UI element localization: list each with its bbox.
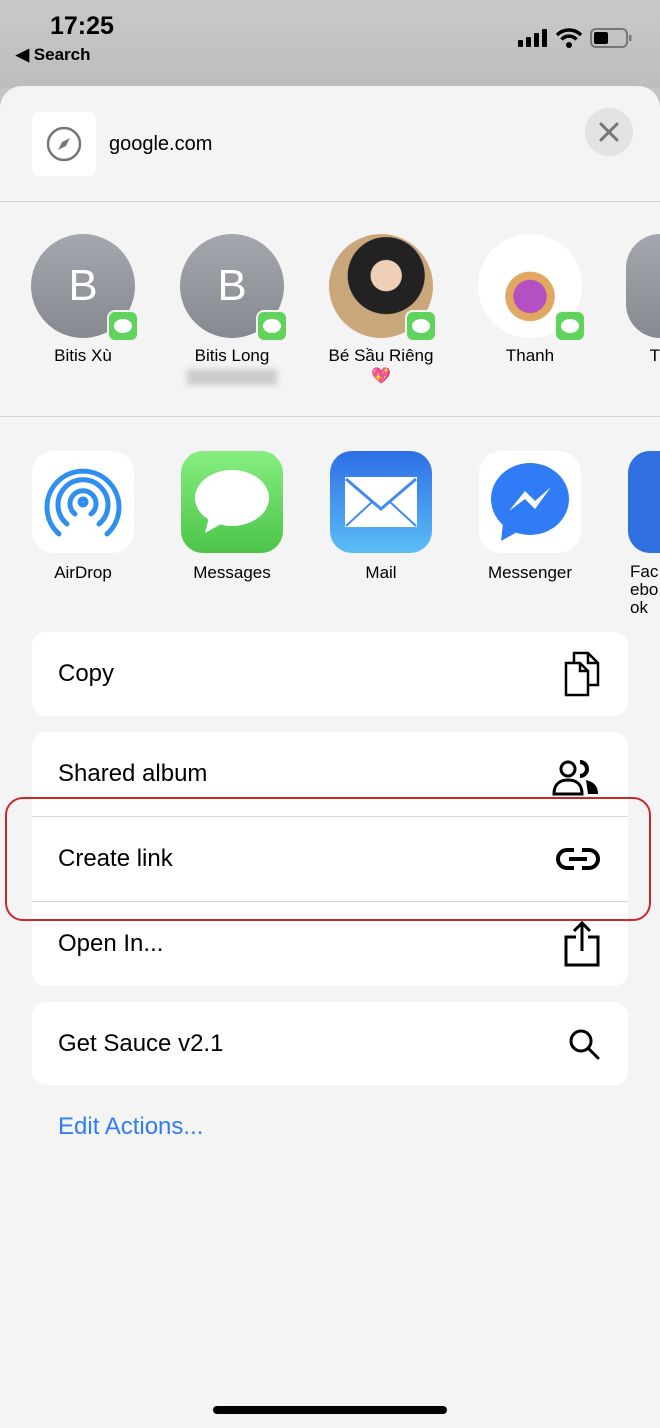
clock: 17:25	[50, 12, 114, 40]
app-label: Mail	[365, 563, 397, 582]
action-label: Copy	[58, 660, 115, 687]
contact-name: Bitis Long	[194, 346, 270, 365]
share-icon	[564, 921, 600, 967]
app-label: AirDrop	[54, 563, 112, 582]
contact-item[interactable]: Thanh	[455, 234, 605, 366]
contact-item[interactable]: B Bitis Xù	[8, 234, 158, 366]
action-copy[interactable]: Copy	[32, 632, 628, 716]
wifi-icon	[556, 28, 582, 48]
home-indicator[interactable]	[213, 1406, 447, 1414]
action-group-copy: Copy	[32, 632, 628, 716]
app-airdrop[interactable]: AirDrop	[8, 451, 158, 583]
safari-compass-icon	[46, 126, 82, 162]
contact-name: Bitis Xù	[54, 346, 112, 365]
messages-icon	[181, 451, 283, 553]
link-icon	[556, 848, 600, 870]
back-to-search[interactable]: ◀ Search	[16, 45, 91, 65]
back-label: Search	[33, 45, 91, 64]
messages-badge-icon	[107, 310, 139, 342]
action-label: Shared album	[58, 760, 208, 787]
signal-icon	[518, 29, 547, 47]
copy-icon	[564, 651, 600, 697]
messenger-icon	[479, 451, 581, 553]
avatar: B	[180, 234, 288, 342]
avatar: B	[31, 234, 139, 342]
action-group-shortcuts: Get Sauce v2.1	[32, 1002, 628, 1085]
close-button[interactable]	[585, 108, 633, 156]
action-create-link[interactable]: Create link	[32, 816, 628, 901]
app-label: Facebook	[630, 562, 659, 617]
contact-name: T	[649, 346, 660, 365]
contact-item[interactable]: B Bitis Long	[157, 234, 307, 388]
airdrop-icon	[32, 451, 134, 553]
app-messenger[interactable]: Messenger	[455, 451, 605, 583]
messages-badge-icon	[554, 310, 586, 342]
action-open-in[interactable]: Open In...	[32, 901, 628, 986]
edit-actions-link[interactable]: Edit Actions...	[58, 1113, 203, 1141]
avatar-sticker	[478, 234, 586, 342]
shared-album-icon	[552, 760, 598, 796]
avatar	[626, 234, 660, 338]
contact-name: Bé Sầu Riêng	[328, 346, 434, 365]
app-facebook[interactable]: Facebook	[604, 451, 660, 617]
divider	[0, 201, 660, 202]
messages-badge-icon	[256, 310, 288, 342]
share-sheet: google.com B Bitis Xù B Bitis Long Bé Sầ…	[0, 86, 660, 1428]
app-messages[interactable]: Messages	[157, 451, 307, 583]
action-shared-album[interactable]: Shared album	[32, 732, 628, 816]
avatar-photo	[329, 234, 437, 342]
mail-icon	[330, 451, 432, 553]
heart-emoji: 💖	[371, 368, 391, 385]
messages-badge-icon	[405, 310, 437, 342]
battery-icon	[590, 28, 632, 48]
action-label: Create link	[58, 845, 173, 872]
site-icon	[32, 112, 96, 176]
app-label: Messenger	[487, 563, 573, 582]
contact-item[interactable]: T	[604, 234, 660, 366]
facebook-icon	[628, 451, 660, 553]
contact-name: Thanh	[505, 346, 555, 365]
page-title: google.com	[109, 133, 213, 155]
status-bar: 17:25 ◀ Search	[0, 0, 660, 88]
close-icon	[599, 122, 619, 142]
system-icons	[518, 28, 632, 48]
blurred-subtitle	[187, 369, 277, 385]
action-group-share: Shared album Create link Open In...	[32, 732, 628, 986]
contact-item[interactable]: Bé Sầu Riêng 💖	[306, 234, 456, 386]
app-mail[interactable]: Mail	[306, 451, 456, 583]
action-label: Get Sauce v2.1	[58, 1029, 224, 1057]
action-get-sauce[interactable]: Get Sauce v2.1	[32, 1002, 628, 1085]
divider	[0, 416, 660, 417]
app-label: Messages	[193, 563, 271, 582]
search-icon	[569, 1029, 600, 1059]
action-label: Open In...	[58, 930, 164, 957]
